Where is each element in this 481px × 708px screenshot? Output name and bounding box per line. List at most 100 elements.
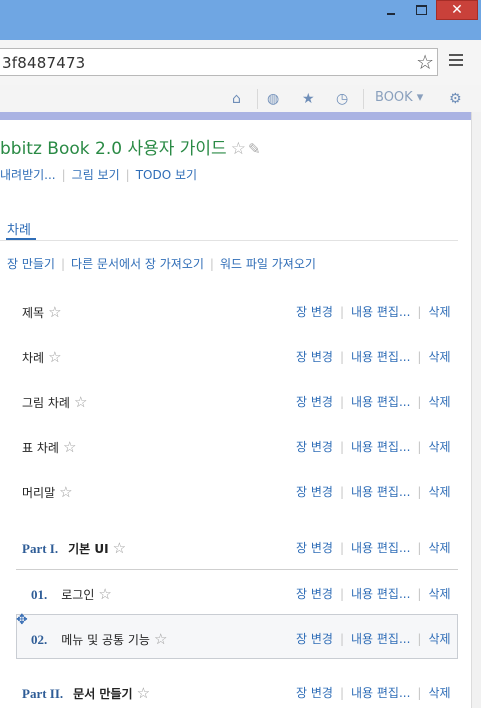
divider: |	[125, 168, 130, 182]
delete-link[interactable]: 삭제	[428, 440, 450, 454]
toc-row-title: 그림 차례	[22, 396, 70, 410]
delete-link[interactable]: 삭제	[428, 686, 450, 700]
divider: |	[339, 350, 344, 364]
divider: |	[417, 440, 422, 454]
move-handle-icon[interactable]: ✥	[16, 612, 28, 628]
change-chapter-link[interactable]: 장 변경	[296, 395, 333, 409]
bookmark-star-icon[interactable]: ☆	[416, 50, 434, 74]
edit-content-link[interactable]: 내용 편집...	[351, 686, 410, 700]
toc-row-label[interactable]: 01. 로그인 ☆	[31, 585, 112, 603]
home-icon[interactable]: ⌂	[232, 91, 241, 107]
divider: |	[339, 305, 344, 319]
favorite-star-icon[interactable]: ☆	[63, 438, 76, 456]
divider: |	[339, 587, 344, 601]
favorite-star-icon[interactable]: ☆	[48, 348, 61, 366]
change-chapter-link[interactable]: 장 변경	[296, 305, 333, 319]
toc-row-title: 차례	[22, 351, 45, 365]
toc-row-label[interactable]: 제목 ☆	[22, 303, 62, 321]
delete-link[interactable]: 삭제	[428, 587, 450, 601]
toc-row-number: 01.	[31, 587, 48, 602]
toc-row-title: 표 차례	[22, 441, 59, 455]
toc-row-title: 머리말	[22, 486, 56, 500]
download-link[interactable]: 내려받기...	[0, 168, 56, 182]
star-icon[interactable]: ★	[302, 91, 315, 107]
part-divider	[16, 569, 458, 570]
divider: |	[417, 485, 422, 499]
edit-content-link[interactable]: 내용 편집...	[351, 541, 410, 555]
delete-link[interactable]: 삭제	[428, 632, 450, 646]
toc-row-label[interactable]: 차례 ☆	[22, 348, 62, 366]
toc-row-label[interactable]: Part I. 기본 UI ☆	[22, 539, 126, 557]
edit-content-link[interactable]: 내용 편집...	[351, 440, 410, 454]
delete-link[interactable]: 삭제	[428, 541, 450, 555]
favorite-star-icon[interactable]: ☆	[137, 684, 150, 702]
change-chapter-link[interactable]: 장 변경	[296, 440, 333, 454]
hamburger-menu-icon[interactable]	[449, 54, 463, 69]
favorite-star-icon[interactable]: ☆	[154, 630, 167, 648]
divider	[363, 89, 364, 109]
address-bar[interactable]: 3f8487473 ☆	[0, 48, 438, 76]
edit-content-link[interactable]: 내용 편집...	[351, 305, 410, 319]
favorite-star-icon[interactable]: ☆	[59, 483, 72, 501]
view-figures-link[interactable]: 그림 보기	[72, 168, 120, 182]
toc-row-actions: 장 변경 | 내용 편집... | 삭제	[296, 393, 451, 410]
delete-link[interactable]: 삭제	[428, 395, 450, 409]
favorite-star-icon[interactable]: ☆	[113, 539, 126, 557]
edit-content-link[interactable]: 내용 편집...	[351, 395, 410, 409]
delete-link[interactable]: 삭제	[428, 350, 450, 364]
edit-content-link[interactable]: 내용 편집...	[351, 587, 410, 601]
tab-divider	[0, 240, 458, 241]
create-chapter-link[interactable]: 장 만들기	[7, 257, 55, 271]
divider: |	[417, 305, 422, 319]
favorite-star-icon[interactable]: ☆	[74, 393, 87, 411]
favorite-star-icon[interactable]: ☆	[231, 139, 246, 159]
edit-content-link[interactable]: 내용 편집...	[351, 485, 410, 499]
change-chapter-link[interactable]: 장 변경	[296, 485, 333, 499]
edit-content-link[interactable]: 내용 편집...	[351, 350, 410, 364]
toc-row-label[interactable]: Part II. 문서 만들기 ☆	[22, 684, 150, 702]
delete-link[interactable]: 삭제	[428, 305, 450, 319]
page-title: bbitz Book 2.0 사용자 가이드 ☆ ✎	[0, 134, 261, 159]
import-chapter-link[interactable]: 다른 문서에서 장 가져오기	[71, 257, 204, 271]
edit-content-link[interactable]: 내용 편집...	[351, 632, 410, 646]
divider: |	[417, 541, 422, 555]
address-text: 3f8487473	[2, 54, 86, 72]
delete-link[interactable]: 삭제	[428, 485, 450, 499]
import-word-link[interactable]: 워드 파일 가져오기	[220, 257, 316, 271]
toc-row-label[interactable]: 그림 차례 ☆	[22, 393, 87, 411]
toc-row-label[interactable]: 머리말 ☆	[22, 483, 73, 501]
change-chapter-link[interactable]: 장 변경	[296, 686, 333, 700]
app-navbar: ⌂ ◍ ★ ◷ BOOK ▾ ⚙	[0, 85, 481, 113]
pin-icon[interactable]: ✎	[248, 140, 261, 158]
page-title-text: bbitz Book 2.0 사용자 가이드	[0, 139, 227, 159]
change-chapter-link[interactable]: 장 변경	[296, 350, 333, 364]
favorite-star-icon[interactable]: ☆	[98, 585, 111, 603]
toc-row-label[interactable]: 02. 메뉴 및 공통 기능 ☆	[31, 630, 167, 648]
book-menu-dropdown[interactable]: BOOK ▾	[375, 90, 423, 105]
divider: |	[339, 632, 344, 646]
divider: |	[417, 632, 422, 646]
divider: |	[61, 168, 66, 182]
minimize-button[interactable]	[376, 0, 406, 20]
divider: |	[339, 440, 344, 454]
globe-icon[interactable]: ◍	[267, 91, 279, 107]
maximize-button[interactable]	[406, 0, 436, 20]
favorite-star-icon[interactable]: ☆	[48, 303, 61, 321]
close-window-button[interactable]: ✕	[436, 0, 478, 20]
change-chapter-link[interactable]: 장 변경	[296, 632, 333, 646]
change-chapter-link[interactable]: 장 변경	[296, 587, 333, 601]
scrollbar-track[interactable]	[471, 112, 481, 708]
toc-row-label[interactable]: 표 차례 ☆	[22, 438, 76, 456]
toc-row-title: 기본 UI	[68, 542, 109, 556]
toc-row-actions: 장 변경 | 내용 편집... | 삭제	[296, 630, 451, 647]
clock-icon[interactable]: ◷	[336, 91, 348, 107]
change-chapter-link[interactable]: 장 변경	[296, 541, 333, 555]
settings-gear-icon[interactable]: ⚙	[449, 91, 462, 107]
divider: |	[417, 395, 422, 409]
window-titlebar: ✕	[0, 0, 481, 40]
toc-actions: 장 만들기 | 다른 문서에서 장 가져오기 | 워드 파일 가져오기	[7, 255, 316, 272]
toc-row-number: Part II.	[22, 686, 64, 701]
tab-toc[interactable]: 차례	[7, 219, 31, 238]
view-todo-link[interactable]: TODO 보기	[136, 168, 197, 182]
divider: |	[339, 485, 344, 499]
